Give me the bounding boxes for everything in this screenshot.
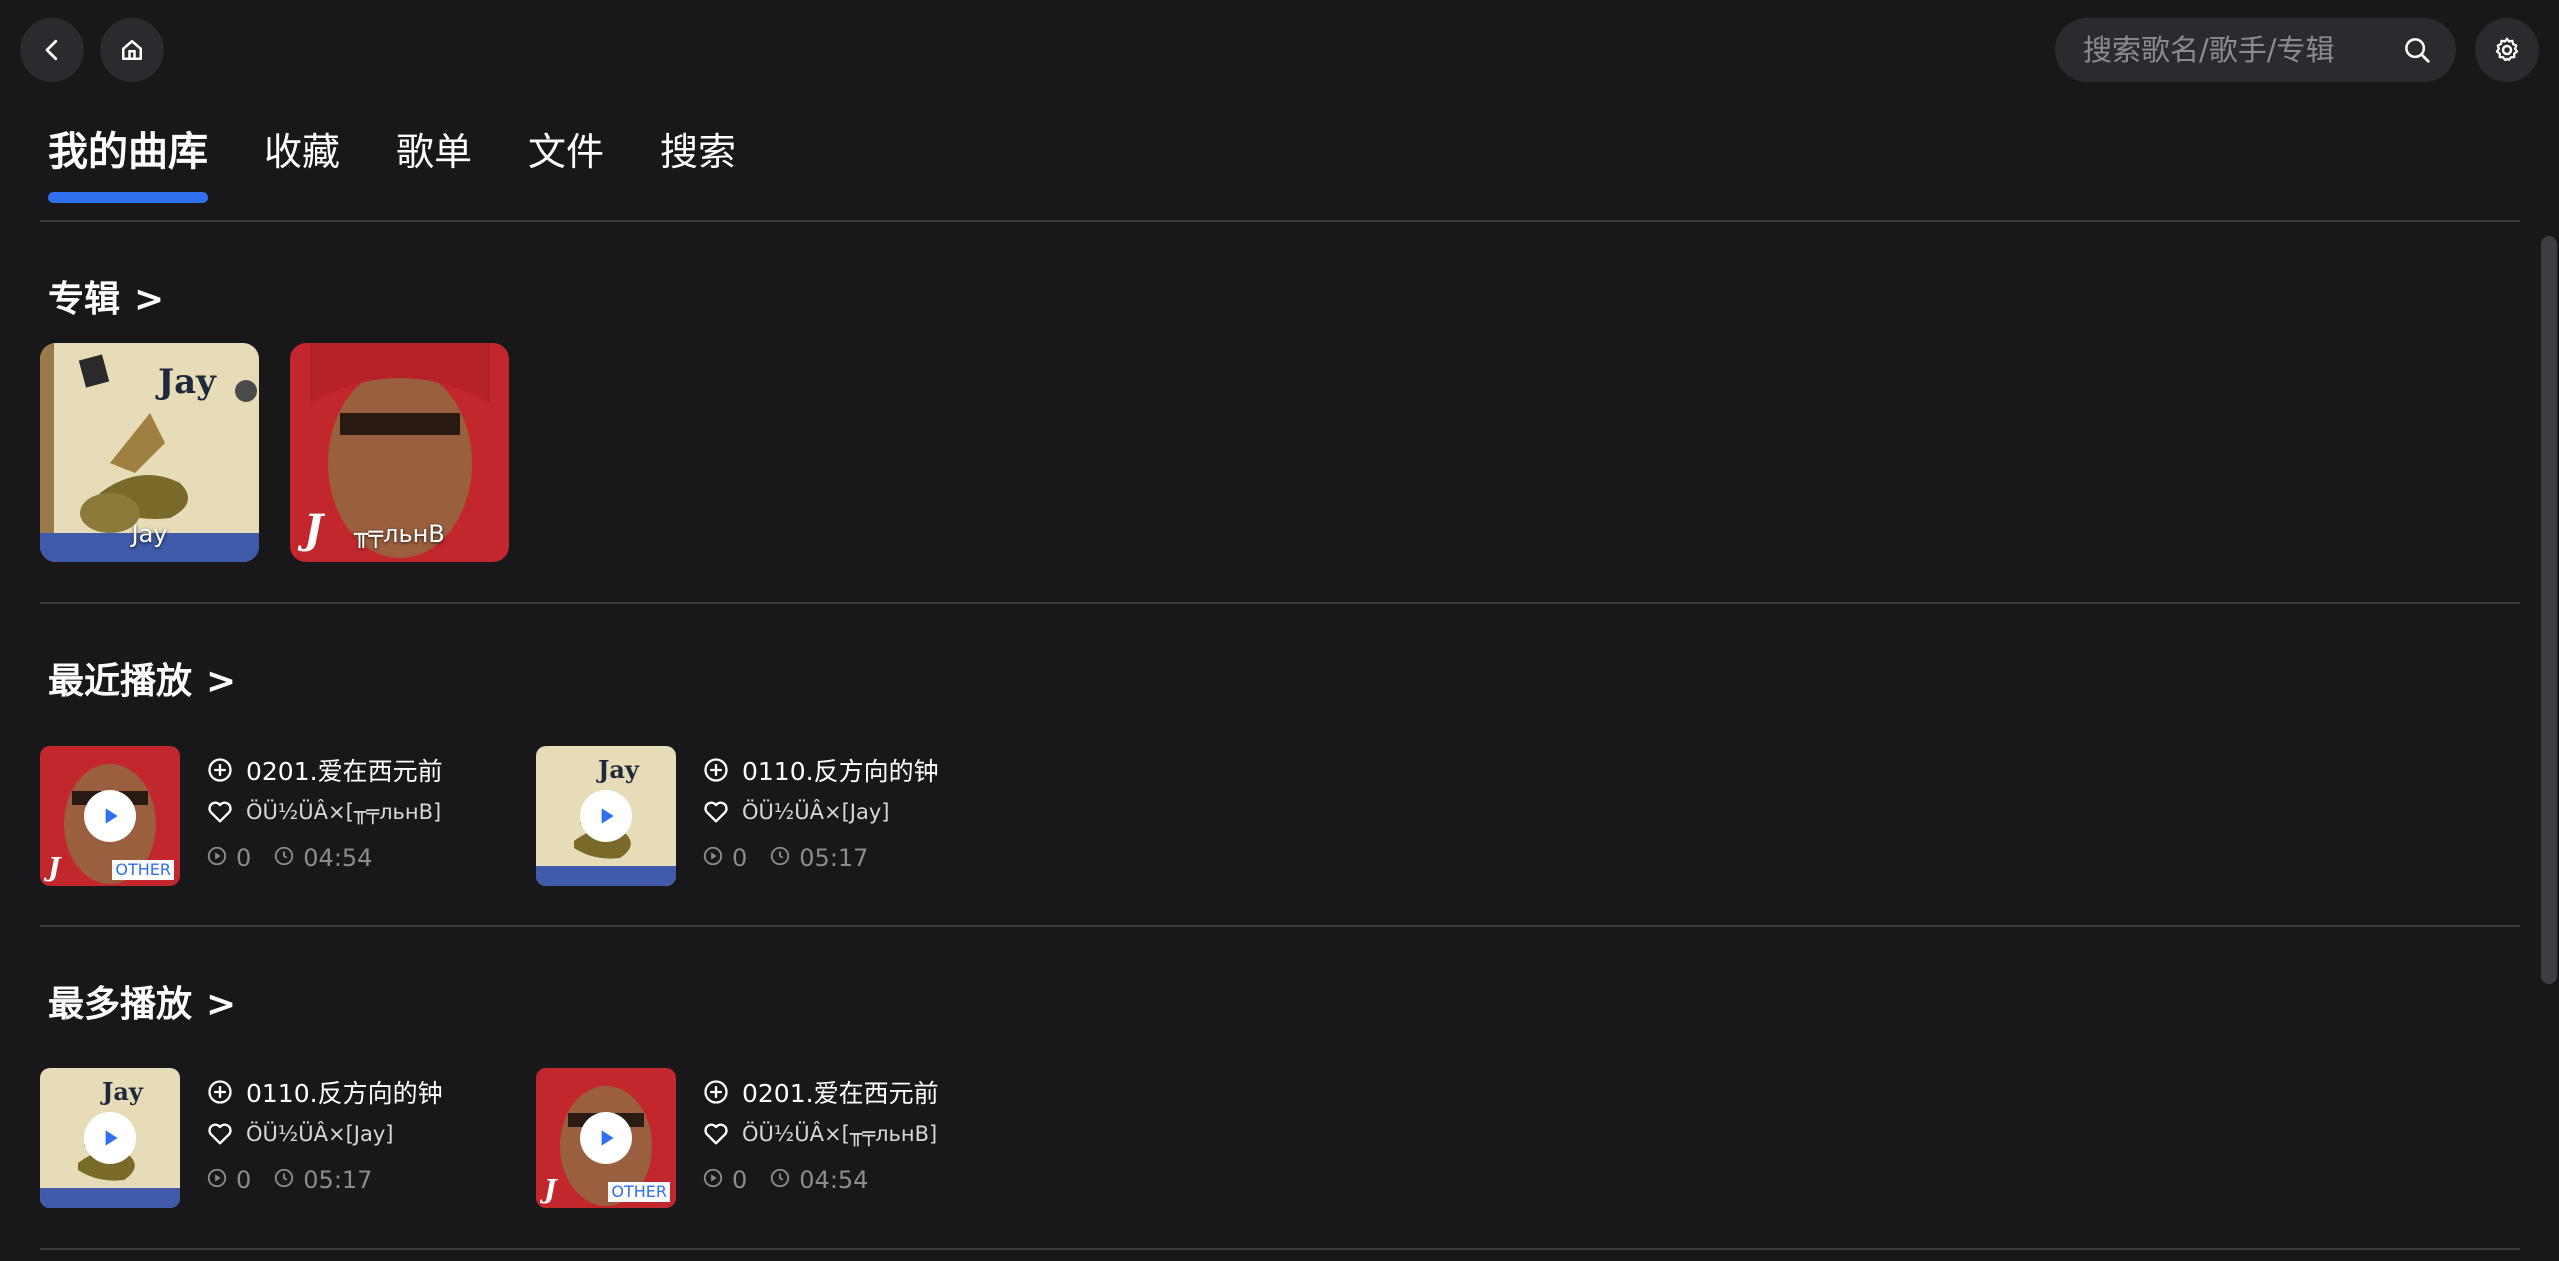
chevron-right-icon: > — [134, 279, 165, 320]
song-title[interactable]: 0201.爱在西元前 — [742, 1074, 939, 1110]
search-input[interactable] — [2081, 18, 2381, 82]
song-item[interactable]: J OTHER 0201.爱在西元前 ÖÜ½ÜÂ×[╥╤льнВ] 0 04:5… — [536, 1068, 976, 1213]
play-count: 0 — [236, 1166, 252, 1194]
scrollbar[interactable] — [2541, 236, 2557, 984]
tab-label: 文件 — [528, 130, 605, 174]
play-button[interactable] — [580, 790, 632, 842]
heart-icon[interactable] — [702, 1120, 730, 1148]
search-icon[interactable] — [2402, 35, 2432, 65]
active-tab-indicator — [48, 192, 208, 203]
play-icon — [601, 1130, 614, 1146]
song-item[interactable]: J OTHER 0201.爱在西元前 ÖÜ½ÜÂ×[╥╤льнВ] 0 04:5… — [40, 746, 480, 891]
tab-label: 歌单 — [396, 130, 473, 174]
tab-label: 搜索 — [660, 130, 737, 174]
settings-button[interactable] — [2475, 18, 2539, 82]
play-icon — [601, 808, 614, 824]
clock-icon — [771, 846, 790, 866]
chevron-right-icon: > — [206, 661, 237, 702]
song-artist: ÖÜ½ÜÂ×[Jay] — [246, 1122, 394, 1146]
home-button[interactable] — [100, 18, 164, 82]
divider — [40, 220, 2520, 222]
song-cover: Jay — [40, 1068, 180, 1208]
section-title-text: 最多播放 — [48, 984, 193, 1025]
gear-icon — [2495, 37, 2519, 62]
play-count: 0 — [732, 1166, 748, 1194]
album-card-jay[interactable]: Jay Jay — [40, 343, 259, 562]
section-title-text: 最近播放 — [48, 661, 193, 702]
song-artist: ÖÜ½ÜÂ×[╥╤льнВ] — [742, 1122, 938, 1146]
clock-icon — [275, 846, 294, 866]
song-title[interactable]: 0110.反方向的钟 — [246, 1074, 443, 1110]
album-caption: Jay — [131, 520, 168, 548]
section-title-text: 专辑 — [48, 279, 121, 320]
song-title[interactable]: 0201.爱在西元前 — [246, 752, 443, 788]
clock-icon — [275, 1168, 294, 1188]
song-cover: J OTHER — [40, 746, 180, 886]
play-count-icon — [703, 846, 723, 866]
tab-playlists[interactable]: 歌单 — [396, 120, 472, 184]
clock-icon — [771, 1168, 790, 1188]
play-count: 0 — [236, 844, 252, 872]
top-bar — [0, 0, 2559, 100]
divider — [40, 602, 2520, 604]
tab-files[interactable]: 文件 — [528, 120, 604, 184]
tab-favorites[interactable]: 收藏 — [264, 120, 340, 184]
divider — [40, 925, 2520, 927]
heart-icon[interactable] — [206, 798, 234, 826]
section-title-most-played[interactable]: 最多播放 > — [48, 975, 236, 1027]
play-button[interactable] — [84, 1112, 136, 1164]
add-circle-icon[interactable] — [206, 756, 234, 784]
song-item[interactable]: Jay 0110.反方向的钟 ÖÜ½ÜÂ×[Jay] 0 05:17 — [536, 746, 976, 891]
quality-badge: OTHER — [112, 860, 174, 880]
play-count-icon — [207, 846, 227, 866]
play-count-icon — [703, 1168, 723, 1188]
song-duration: 04:54 — [799, 1166, 869, 1194]
svg-text:Jay: Jay — [100, 1077, 144, 1106]
add-circle-icon[interactable] — [206, 1078, 234, 1106]
svg-text:Jay: Jay — [596, 755, 640, 784]
heart-icon[interactable] — [206, 1120, 234, 1148]
play-count-icon — [207, 1168, 227, 1188]
tab-label: 收藏 — [264, 130, 341, 174]
section-title-recent[interactable]: 最近播放 > — [48, 652, 236, 704]
play-icon — [105, 808, 118, 824]
home-icon — [122, 40, 142, 60]
tab-search[interactable]: 搜索 — [660, 120, 736, 184]
song-duration: 04:54 — [303, 844, 373, 872]
add-circle-icon[interactable] — [702, 756, 730, 784]
song-artist: ÖÜ½ÜÂ×[Jay] — [742, 800, 890, 824]
song-item[interactable]: Jay 0110.反方向的钟 ÖÜ½ÜÂ×[Jay] 0 05:17 — [40, 1068, 480, 1213]
song-duration: 05:17 — [799, 844, 869, 872]
divider — [40, 1248, 2520, 1250]
album-caption: ╥╤льнВ — [354, 520, 445, 548]
play-button[interactable] — [84, 790, 136, 842]
play-button[interactable] — [580, 1112, 632, 1164]
back-button[interactable] — [20, 18, 84, 82]
play-count: 0 — [732, 844, 748, 872]
chevron-left-icon — [45, 39, 58, 61]
album-card-2[interactable]: J ╥╤льнВ — [290, 343, 509, 562]
svg-text:Jay: Jay — [155, 362, 217, 402]
song-duration: 05:17 — [303, 1166, 373, 1194]
tab-my-library[interactable]: 我的曲库 — [48, 120, 208, 203]
song-cover: Jay — [536, 746, 676, 886]
search-box[interactable] — [2055, 18, 2456, 82]
song-artist: ÖÜ½ÜÂ×[╥╤льнВ] — [246, 800, 442, 824]
quality-badge: OTHER — [608, 1182, 670, 1202]
play-icon — [105, 1130, 118, 1146]
heart-icon[interactable] — [702, 798, 730, 826]
song-cover: J OTHER — [536, 1068, 676, 1208]
song-title[interactable]: 0110.反方向的钟 — [742, 752, 939, 788]
tab-label: 我的曲库 — [48, 129, 208, 175]
add-circle-icon[interactable] — [702, 1078, 730, 1106]
tab-bar: 我的曲库 收藏 歌单 文件 搜索 — [48, 120, 792, 210]
chevron-right-icon: > — [206, 984, 237, 1025]
section-title-albums[interactable]: 专辑 > — [48, 270, 164, 322]
